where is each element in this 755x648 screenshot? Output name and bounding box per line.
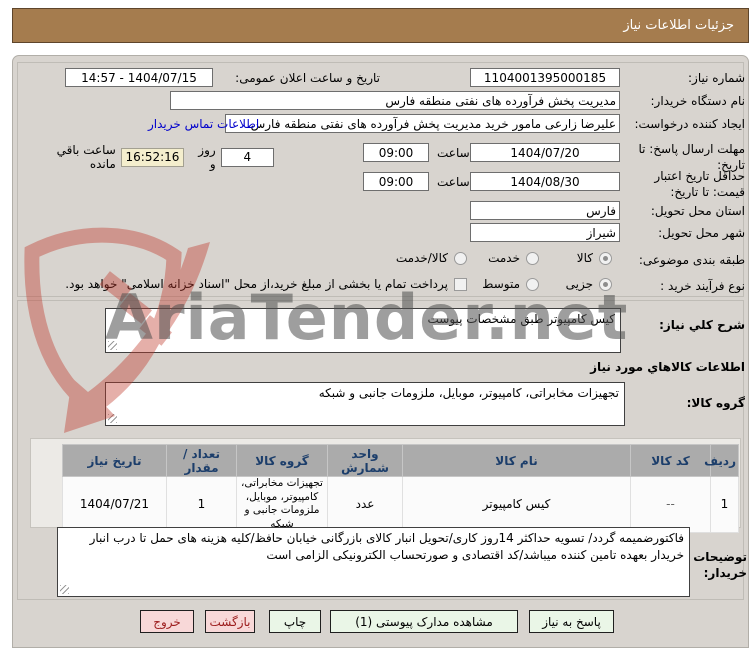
delivery-city-field[interactable]: شیراز	[470, 223, 620, 242]
buyer-notes-text: فاکتورضمیمه گردد/ تسویه حداکثر 14روز کار…	[89, 531, 684, 563]
cell-unit: عدد	[327, 476, 403, 533]
cell-row-number: 1	[710, 476, 739, 533]
process-option-minor[interactable]: جزیی	[566, 277, 612, 291]
deadline-hour-label: ساعت	[437, 146, 470, 160]
col-row-number: ردیف	[704, 444, 739, 477]
col-goods-code: کد کالا	[630, 444, 711, 477]
remaining-days-field: 4	[220, 147, 274, 167]
process-type-label: نوع فرآیند خرید :	[660, 279, 745, 293]
validity-time-field[interactable]: 09:00	[363, 172, 429, 191]
print-button[interactable]: چاپ	[269, 610, 321, 633]
buyer-notes-label: توضیحات خریدار:	[693, 550, 747, 581]
radio-service-icon[interactable]	[526, 251, 539, 265]
page-title: جزئیات اطلاعات نیاز	[12, 8, 749, 43]
announce-datetime-label: تاریخ و ساعت اعلان عمومی:	[235, 71, 380, 85]
cell-goods-name: کیس کامپیوتر	[402, 476, 631, 533]
goods-group-label: گروه کالا:	[686, 396, 745, 410]
remaining-days-label: روز و	[198, 143, 216, 171]
resize-grip-icon[interactable]	[108, 414, 117, 423]
cell-need-date: 1404/07/21	[62, 476, 167, 533]
classification-option-goods-service[interactable]: کالا/خدمت	[396, 251, 467, 265]
treasury-checkbox-icon[interactable]	[454, 277, 467, 291]
page: جزئیات اطلاعات نیاز شماره نیاز: 11040013…	[0, 0, 755, 648]
respond-button[interactable]: پاسخ به نیاز	[529, 610, 614, 633]
col-need-date: تاریخ نیاز	[62, 444, 167, 477]
remaining-time-field: 16:52:16	[120, 147, 185, 167]
view-attachments-button[interactable]: مشاهده مدارک پیوستی (1)	[330, 610, 518, 633]
cell-goods-group: تجهیزات مخابراتی، کامپیوتر، موبایل، ملزو…	[236, 476, 328, 533]
radio-medium-icon[interactable]	[526, 277, 539, 291]
announce-datetime-field[interactable]: 1404/07/15 - 14:57	[65, 68, 213, 87]
radio-goods-label: کالا	[576, 251, 593, 265]
buyer-org-label: نام دستگاه خریدار:	[650, 94, 746, 108]
buyer-contact-link[interactable]: اطلاعات تماس خریدار	[148, 117, 259, 131]
process-option-medium[interactable]: متوسط	[482, 277, 539, 291]
col-unit: واحد شمارش	[327, 444, 403, 477]
cell-goods-code: --	[630, 476, 711, 533]
validity-date-field[interactable]: 1404/08/30	[470, 172, 620, 191]
price-validity-label: حداقل تاریخ اعتبار قیمت: تا تاریخ:	[654, 169, 745, 200]
need-number-field[interactable]: 1104001395000185	[470, 68, 620, 87]
goods-info-heading: اطلاعات کالاهاي مورد نیاز	[590, 360, 745, 374]
radio-goods-service-label: کالا/خدمت	[395, 251, 448, 265]
col-quantity: تعداد / مقدار	[166, 444, 237, 477]
radio-goods-icon[interactable]	[599, 251, 612, 265]
goods-table: ردیف کد کالا نام کالا واحد شمارش گروه کا…	[62, 444, 739, 533]
radio-minor-icon[interactable]	[599, 277, 612, 291]
radio-medium-label: متوسط	[482, 277, 520, 291]
treasury-payment-option[interactable]: پرداخت تمام یا بخشی از مبلغ خرید،از محل …	[65, 277, 467, 291]
request-creator-field[interactable]: علیرضا زارعی مامور خرید مدیریت پخش فرآور…	[225, 114, 620, 133]
remaining-suffix-label: ساعت باقي مانده	[56, 143, 116, 171]
need-description-text: کیس کامپیوتر طبق مشخصات پیوست	[427, 312, 615, 326]
goods-group-textarea[interactable]: تجهیزات مخابراتی، کامپیوتر، موبایل، ملزو…	[105, 382, 625, 426]
table-header-row: ردیف کد کالا نام کالا واحد شمارش گروه کا…	[62, 444, 739, 477]
classification-option-service[interactable]: خدمت	[488, 251, 539, 265]
back-button[interactable]: بازگشت	[205, 610, 255, 633]
resize-grip-icon[interactable]	[108, 341, 117, 350]
time-remaining: 4 روز و 16:52:16 ساعت باقي مانده	[28, 143, 274, 171]
resize-grip-icon[interactable]	[60, 585, 69, 594]
delivery-city-label: شهر محل تحویل:	[658, 226, 745, 240]
validity-hour-label: ساعت	[437, 175, 470, 189]
classification-label: طبقه بندی موضوعی:	[638, 253, 745, 267]
request-creator-label: ایجاد کننده درخواست:	[634, 117, 745, 131]
buyer-notes-textarea[interactable]: فاکتورضمیمه گردد/ تسویه حداکثر 14روز کار…	[57, 527, 690, 597]
deadline-date-field[interactable]: 1404/07/20	[470, 143, 620, 162]
need-number-label: شماره نیاز:	[688, 71, 745, 85]
col-goods-group: گروه کالا	[236, 444, 328, 477]
treasury-checkbox-label: پرداخت تمام یا بخشی از مبلغ خرید،از محل …	[65, 277, 448, 291]
radio-minor-label: جزیی	[565, 277, 593, 291]
col-goods-name: نام کالا	[402, 444, 631, 477]
buyer-org-field[interactable]: مدیریت پخش فرآورده های نفتی منطقه فارس	[170, 91, 620, 110]
cell-quantity: 1	[166, 476, 237, 533]
classification-option-goods[interactable]: کالا	[577, 251, 612, 265]
radio-service-label: خدمت	[488, 251, 520, 265]
table-row: 1 -- کیس کامپیوتر عدد تجهیزات مخابراتی، …	[62, 476, 739, 533]
goods-group-text: تجهیزات مخابراتی، کامپیوتر، موبایل، ملزو…	[318, 386, 619, 400]
delivery-province-field[interactable]: فارس	[470, 201, 620, 220]
need-description-label: شرح کلي نیاز:	[659, 318, 745, 332]
deadline-time-field[interactable]: 09:00	[363, 143, 429, 162]
delivery-province-label: استان محل تحویل:	[650, 204, 745, 218]
need-description-textarea[interactable]: کیس کامپیوتر طبق مشخصات پیوست	[105, 308, 621, 353]
radio-goods-service-icon[interactable]	[454, 251, 467, 265]
exit-button[interactable]: خروج	[140, 610, 194, 633]
